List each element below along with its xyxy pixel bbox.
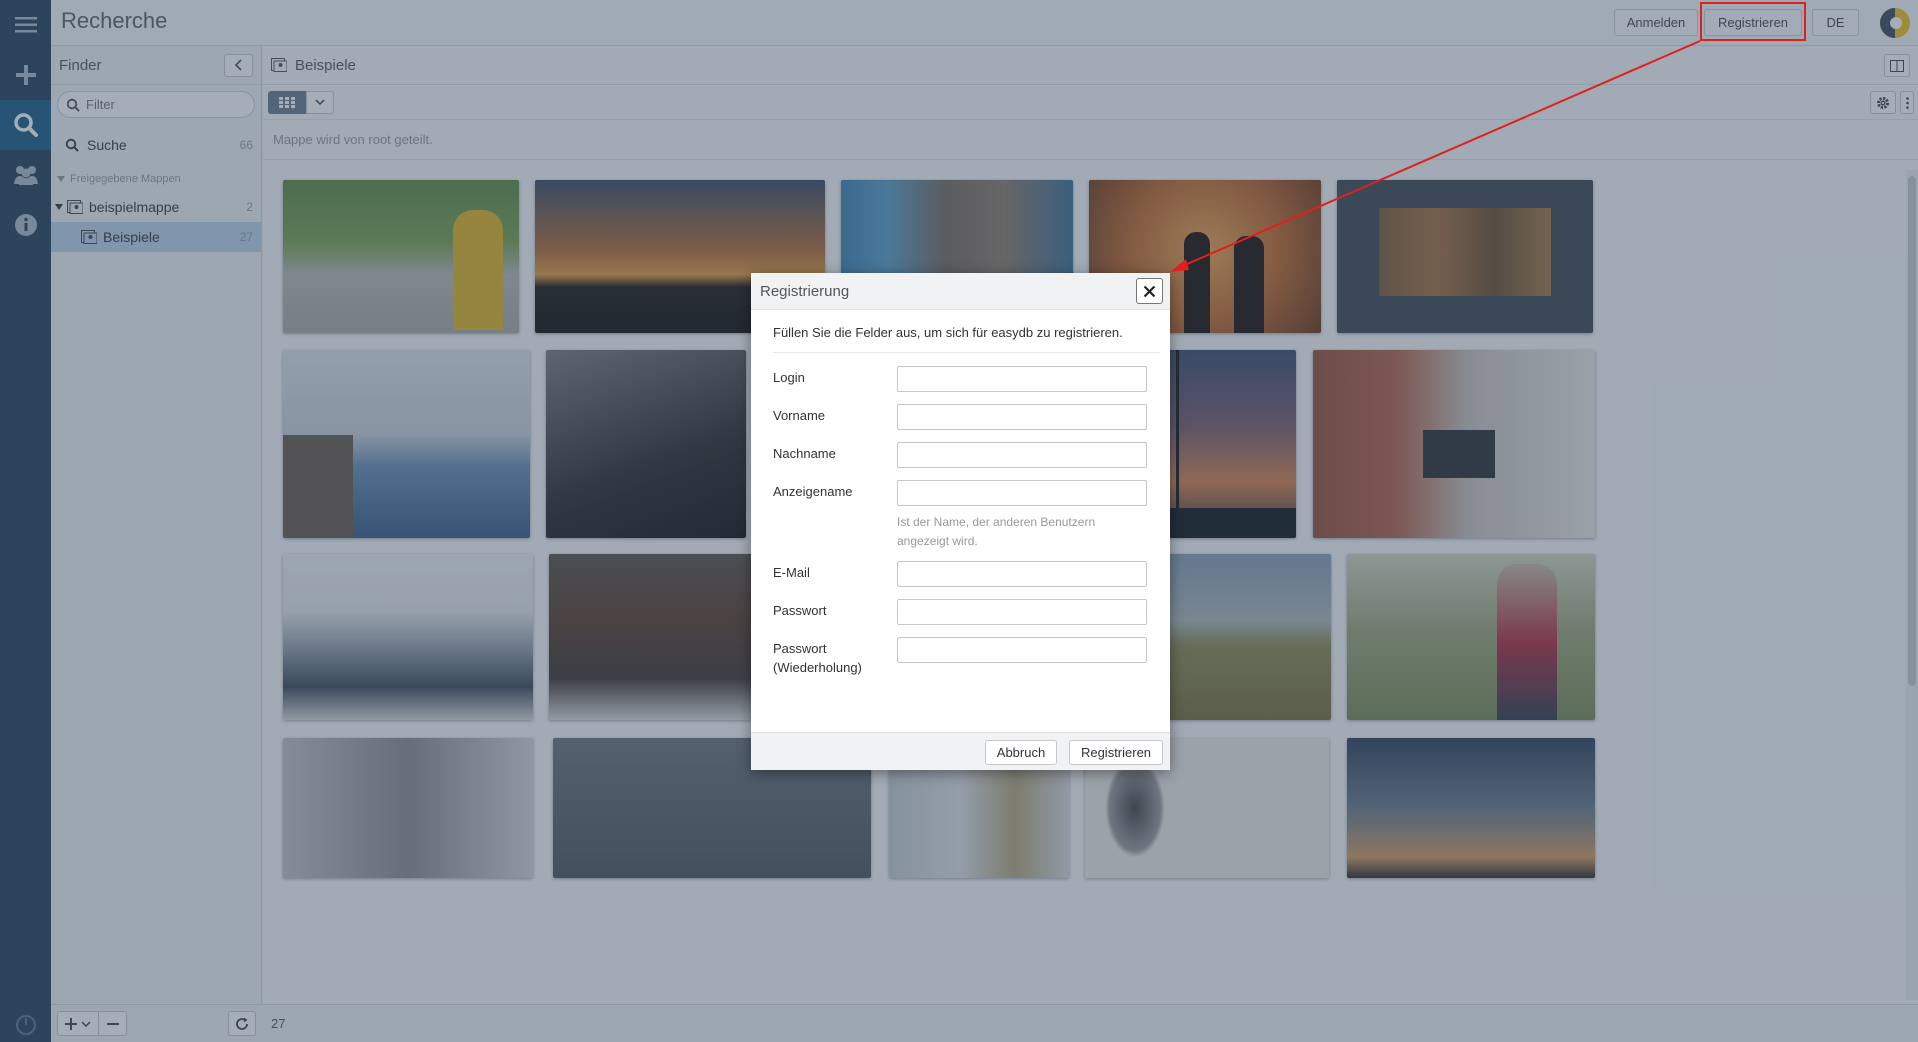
anzeigename-input[interactable] [897,480,1147,506]
close-button[interactable] [1136,278,1163,304]
cancel-button[interactable]: Abbruch [985,740,1057,765]
anzeigename-hint: Ist der Name, der anderen Benutzern ange… [897,515,1096,548]
login-label: Login [773,370,805,385]
password-input[interactable] [897,599,1147,625]
dialog-title: Registrierung [760,282,850,300]
nachname-input[interactable] [897,442,1147,468]
password-repeat-label: Passwort (Wiederholung) [773,641,862,675]
email-input[interactable] [897,561,1147,587]
email-label: E-Mail [773,565,810,580]
nachname-label: Nachname [773,446,836,461]
vorname-label: Vorname [773,408,826,423]
registration-form: Login Vorname Nachname Anzeigename Ist d… [751,353,1170,713]
dialog-intro: Füllen Sie die Felder aus, um sich für e… [773,323,1160,353]
login-input[interactable] [897,366,1147,392]
registration-dialog: Registrierung Füllen Sie die Felder aus,… [751,273,1170,770]
close-icon [1143,285,1156,297]
dialog-footer: Abbruch Registrieren [751,732,1170,770]
password-label: Passwort [773,603,827,618]
vorname-input[interactable] [897,404,1147,430]
anzeigename-label: Anzeigename [773,484,853,499]
password-repeat-input[interactable] [897,637,1147,663]
submit-register-button[interactable]: Registrieren [1069,740,1163,765]
